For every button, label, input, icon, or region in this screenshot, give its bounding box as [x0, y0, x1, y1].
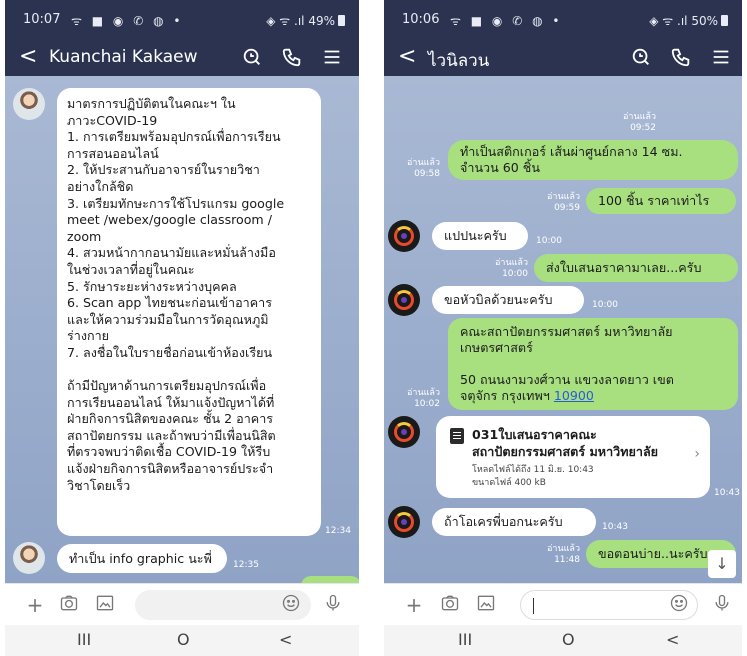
message-bubble[interactable]: ทำเป็น info graphic นะพี่: [57, 544, 227, 573]
gallery-icon[interactable]: [474, 593, 498, 617]
camera-icon[interactable]: [438, 593, 462, 617]
document-icon: [450, 428, 464, 444]
status-bar: 10:06 ᯤ ■ ◉ ✆ ◍ • ◈ ᯤ .ıl 50%: [384, 0, 742, 40]
message-bubble[interactable]: แปปนะครับ: [432, 222, 528, 250]
left-phone-screen: 10:07 ᯤ ■ ◉ ✆ ◍ • ◈ ᯤ .ıl 49% < Kuanchai…: [5, 0, 359, 656]
home-button[interactable]: O: [177, 630, 190, 649]
message-bubble[interactable]: มาตรการปฏิบัติตนในคณะฯ ใน ภาวะCOVID-19 1…: [57, 88, 321, 536]
mic-icon[interactable]: [710, 593, 734, 617]
status-bar: 10:07 ᯤ ■ ◉ ✆ ◍ • ◈ ᯤ .ıl 49%: [5, 0, 359, 40]
status-right: ◈ ᯤ .ıl 50%: [649, 12, 728, 29]
contact-avatar[interactable]: [13, 542, 45, 574]
system-nav-bar: III O <: [5, 625, 359, 656]
call-icon[interactable]: [670, 46, 694, 70]
contact-avatar[interactable]: [388, 220, 420, 252]
signal-icons: ◈ ᯤ .ıl: [266, 14, 305, 28]
input-bar: +: [5, 583, 359, 625]
chat-area[interactable]: มาตรการปฏิบัติตนในคณะฯ ใน ภาวะCOVID-19 1…: [5, 76, 359, 583]
back-button[interactable]: <: [398, 44, 416, 69]
outgoing-bubble[interactable]: ส่งใบเสนอราคามาเลย...ครับ: [534, 254, 738, 282]
message-input[interactable]: [520, 590, 698, 620]
emoji-icon[interactable]: [667, 593, 691, 617]
outgoing-bubble[interactable]: คณะสถาปัตยกรรมศาสตร์ มหาวิทยาลัย เกษตรศา…: [448, 318, 738, 410]
chat-area[interactable]: อ่านแล้ว 09:52 อ่านแล้ว 09:58 ทำเป็นสติกเก…: [384, 76, 742, 583]
message-bubble[interactable]: ถ้าโอเครพี่บอกนะครับ: [432, 508, 596, 536]
read-receipt: อ่านแล้ว 09:52: [623, 112, 656, 133]
message-time: 10:43: [714, 488, 740, 498]
battery-level: 49%: [308, 14, 335, 28]
read-receipt: อ่านแล้ว 09:58: [407, 158, 440, 179]
status-time: 10:06: [402, 12, 440, 27]
search-icon[interactable]: [241, 46, 265, 70]
message-bubble[interactable]: ขอหัวบิลด้วยนะครับ: [432, 286, 584, 314]
notification-icons: ᯤ ■ ◉ ✆ ◍ •: [71, 14, 184, 28]
plus-icon[interactable]: +: [402, 593, 426, 617]
search-icon[interactable]: [630, 46, 654, 70]
chat-title: Kuanchai Kakaew: [49, 47, 198, 67]
contact-avatar[interactable]: [388, 506, 420, 538]
message-input[interactable]: [135, 590, 311, 620]
read-receipt: อ่านแล้ว 10:02: [407, 388, 440, 409]
outgoing-bubble[interactable]: 100 ชิ้น ราคาเท่าไร: [586, 188, 736, 214]
system-nav-bar: III O <: [384, 625, 742, 656]
nav-back-button[interactable]: <: [279, 630, 292, 649]
chat-header: < ไวนิลวน: [384, 40, 742, 76]
read-receipt: อ่านแล้ว 11:48: [547, 544, 580, 565]
gallery-icon[interactable]: [93, 593, 117, 617]
status-time: 10:07: [23, 12, 61, 27]
contact-avatar[interactable]: [388, 284, 420, 316]
battery-icon: [338, 15, 345, 26]
chat-title: ไวนิลวน: [428, 51, 490, 71]
nav-back-button[interactable]: <: [666, 630, 679, 649]
emoji-icon[interactable]: [279, 593, 303, 617]
back-button[interactable]: <: [19, 44, 37, 69]
recent-apps-button[interactable]: III: [77, 630, 91, 649]
input-bar: +: [384, 583, 742, 625]
right-phone-screen: 10:06 ᯤ ■ ◉ ✆ ◍ • ◈ ᯤ .ıl 50% < ไวนิลวน …: [384, 0, 742, 656]
message-time: 10:43: [602, 522, 628, 532]
notification-icons: ᯤ ■ ◉ ✆ ◍ •: [450, 14, 563, 28]
contact-avatar[interactable]: [13, 88, 45, 120]
call-icon[interactable]: [281, 46, 305, 70]
text-caret: [533, 598, 534, 614]
recent-apps-button[interactable]: III: [458, 630, 472, 649]
outgoing-bubble-partial[interactable]: [301, 576, 359, 583]
outgoing-bubble[interactable]: ทำเป็นสติกเกอร์ เส้นผ่าศูนย์กลาง 14 ซม. …: [448, 140, 738, 180]
camera-icon[interactable]: [57, 593, 81, 617]
chat-header: < Kuanchai Kakaew: [5, 40, 359, 76]
read-receipt: อ่านแล้ว 10:00: [495, 258, 528, 279]
message-time: 12:34: [325, 526, 351, 536]
menu-icon[interactable]: [710, 46, 734, 70]
file-attachment[interactable]: 031ใบเสนอราคาคณะ สถาปัตยกรรมศาสตร์ มหาวิ…: [436, 416, 710, 498]
message-time: 10:00: [592, 300, 618, 310]
message-time: 12:35: [233, 560, 259, 570]
chevron-right-icon: ›: [694, 446, 700, 462]
menu-icon[interactable]: [321, 46, 345, 70]
postal-code-link[interactable]: 10900: [554, 388, 594, 403]
read-receipt: อ่านแล้ว 09:59: [547, 192, 580, 213]
signal-icons: ◈ ᯤ .ıl: [649, 14, 688, 28]
battery-icon: [721, 15, 728, 26]
message-time: 10:00: [536, 236, 562, 246]
contact-avatar[interactable]: [388, 416, 420, 448]
file-meta: โหลดไฟล์ได้ถึง 11 มิ.ย. 10:43 ขนาดไฟล์ 4…: [472, 465, 594, 488]
status-right: ◈ ᯤ .ıl 49%: [266, 12, 345, 29]
home-button[interactable]: O: [562, 630, 575, 649]
scroll-down-button[interactable]: ↓: [708, 550, 736, 578]
file-name: 031ใบเสนอราคาคณะ สถาปัตยกรรมศาสตร์ มหาวิ…: [472, 427, 659, 459]
plus-icon[interactable]: +: [23, 593, 47, 617]
mic-icon[interactable]: [321, 593, 345, 617]
battery-level: 50%: [691, 14, 718, 28]
